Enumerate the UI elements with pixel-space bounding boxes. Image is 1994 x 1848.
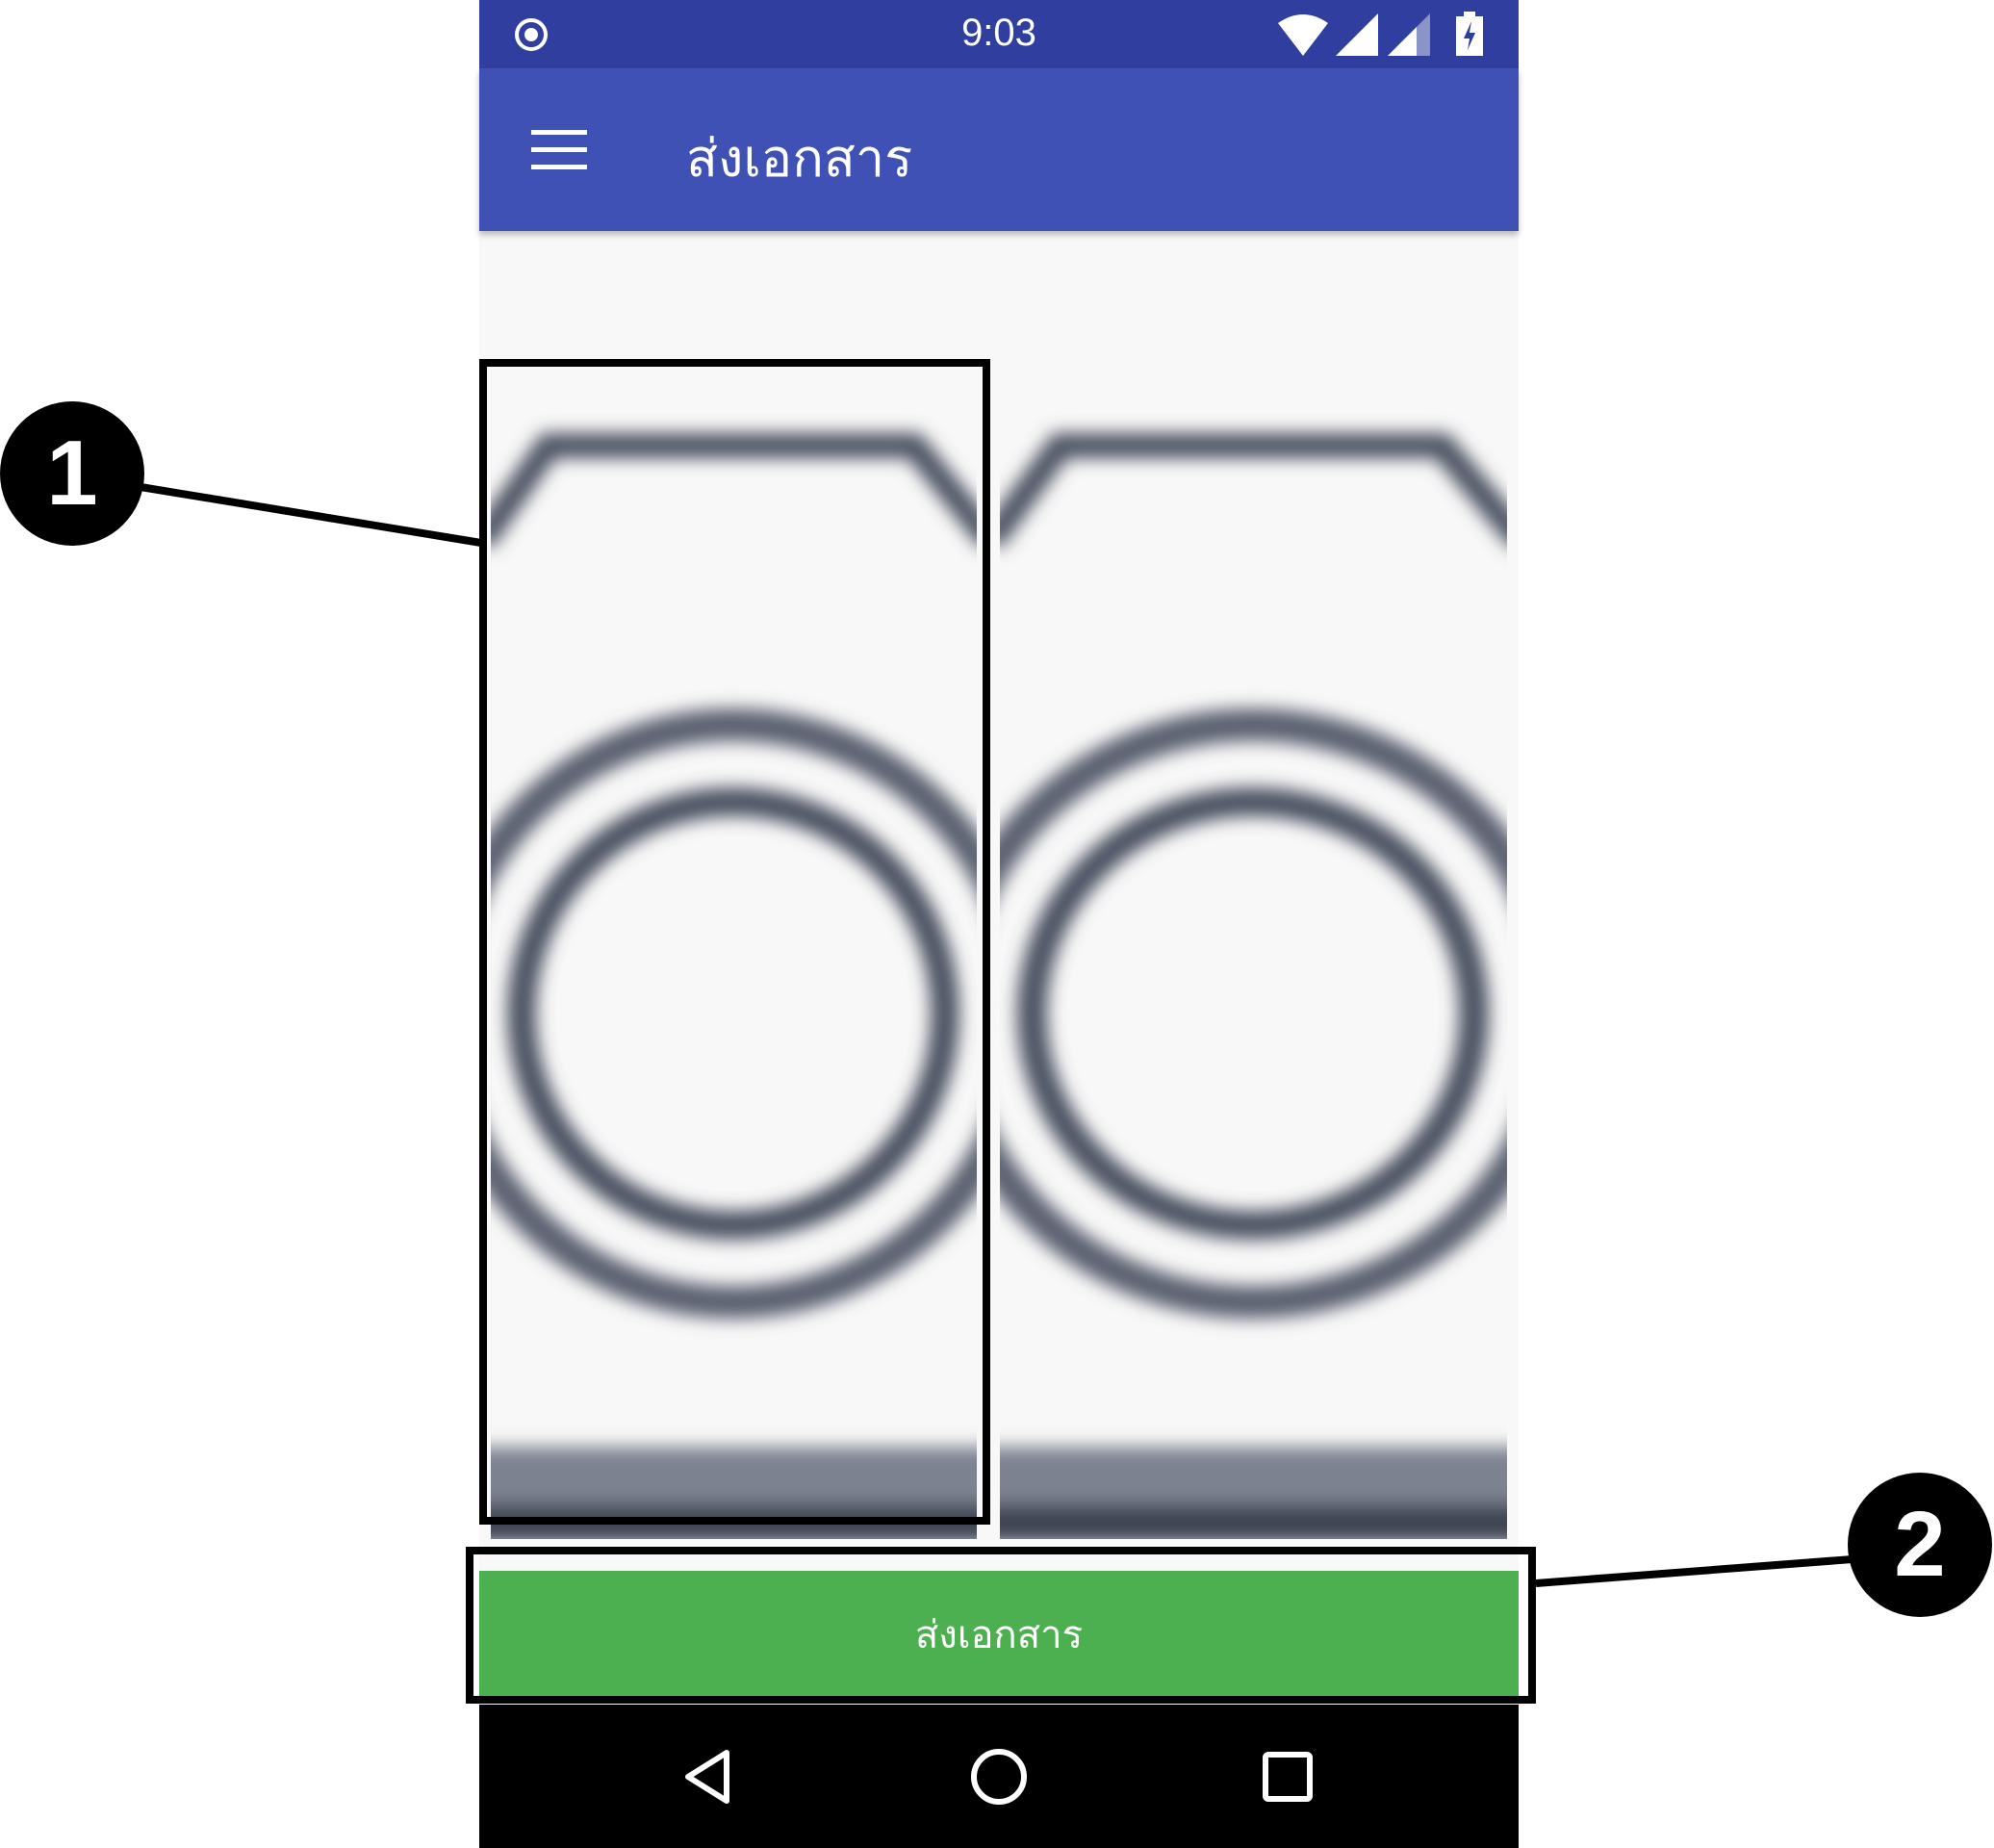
annotation-lines: [134, 482, 1853, 1587]
annotation-callout-2: 2: [1848, 1473, 1992, 1617]
annotation-callout-1: 1: [0, 401, 144, 546]
